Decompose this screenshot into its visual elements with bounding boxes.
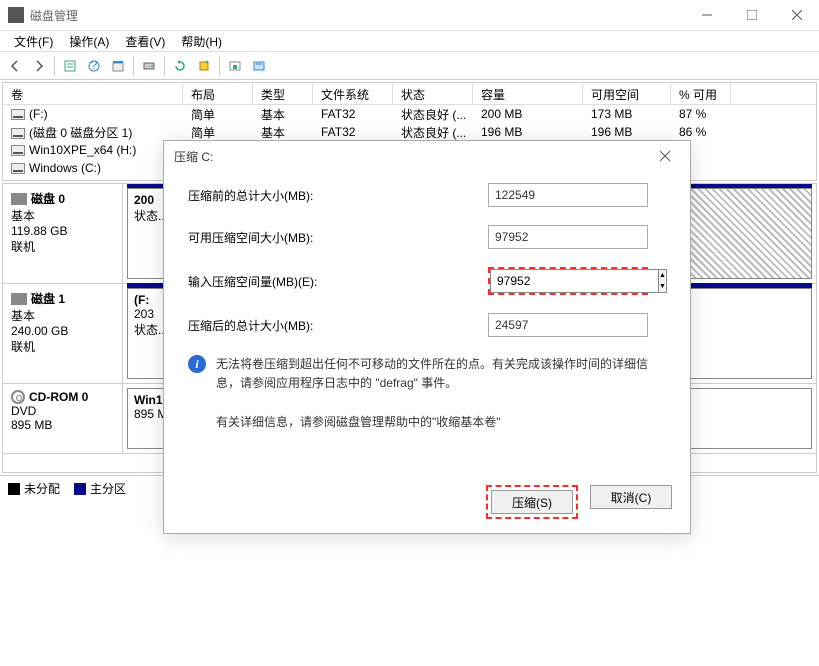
th-capacity[interactable]: 容量 (473, 83, 583, 104)
window-title: 磁盘管理 (30, 7, 684, 24)
label-before: 压缩前的总计大小(MB): (188, 187, 488, 204)
back-icon[interactable] (4, 55, 26, 77)
menu-file[interactable]: 文件(F) (6, 31, 61, 52)
table-row[interactable]: (磁盘 0 磁盘分区 1)简单基本FAT32状态良好 (...196 MB196… (3, 123, 816, 141)
cd-icon (11, 390, 25, 404)
legend-unallocated: 未分配 (8, 480, 60, 497)
label-avail: 可用压缩空间大小(MB): (188, 229, 488, 246)
cancel-button[interactable]: 取消(C) (590, 485, 672, 509)
dialog-close-button[interactable] (650, 141, 680, 171)
legend-primary: 主分区 (74, 480, 126, 497)
shrink-button-highlight: 压缩(S) (486, 485, 578, 519)
th-fs[interactable]: 文件系统 (313, 83, 393, 104)
open-icon[interactable] (224, 55, 246, 77)
disk-icon (11, 293, 27, 305)
help-icon[interactable]: ? (83, 55, 105, 77)
refresh-icon[interactable] (169, 55, 191, 77)
menubar: 文件(F) 操作(A) 查看(V) 帮助(H) (0, 30, 819, 52)
th-volume[interactable]: 卷 (3, 83, 183, 104)
th-free[interactable]: 可用空间 (583, 83, 671, 104)
info-icon: i (188, 355, 206, 373)
th-layout[interactable]: 布局 (183, 83, 253, 104)
disk-icon[interactable] (138, 55, 160, 77)
shrink-dialog: 压缩 C: 压缩前的总计大小(MB): 122549 可用压缩空间大小(MB):… (163, 140, 691, 534)
close-button[interactable] (774, 0, 819, 30)
spinner-down-icon[interactable]: ▼ (659, 281, 666, 292)
wizard-icon[interactable] (248, 55, 270, 77)
th-pct[interactable]: % 可用 (671, 83, 731, 104)
table-row[interactable]: (F:)简单基本FAT32状态良好 (...200 MB173 MB87 % (3, 105, 816, 123)
label-after: 压缩后的总计大小(MB): (188, 317, 488, 334)
maximize-button[interactable] (729, 0, 774, 30)
props-icon[interactable] (107, 55, 129, 77)
info-text: 无法将卷压缩到超出任何不可移动的文件所在的点。有关完成该操作时间的详细信息，请参… (216, 355, 670, 393)
new-icon[interactable] (193, 55, 215, 77)
th-type[interactable]: 类型 (253, 83, 313, 104)
disk-icon (11, 193, 27, 205)
menu-help[interactable]: 帮助(H) (173, 31, 230, 52)
spinner-up-icon[interactable]: ▲ (659, 270, 666, 281)
shrink-button[interactable]: 压缩(S) (491, 490, 573, 514)
label-input: 输入压缩空间量(MB)(E): (188, 273, 488, 290)
toolbar: ? (0, 52, 819, 80)
value-before: 122549 (488, 183, 648, 207)
menu-action[interactable]: 操作(A) (61, 31, 117, 52)
app-icon (8, 7, 24, 23)
menu-view[interactable]: 查看(V) (117, 31, 173, 52)
th-status[interactable]: 状态 (393, 83, 473, 104)
titlebar: 磁盘管理 (0, 0, 819, 30)
value-after: 24597 (488, 313, 648, 337)
svg-text:?: ? (91, 59, 98, 72)
note-text: 有关详细信息，请参阅磁盘管理帮助中的"收缩基本卷" (216, 413, 670, 432)
list-icon[interactable] (59, 55, 81, 77)
forward-icon[interactable] (28, 55, 50, 77)
dialog-title: 压缩 C: (174, 148, 650, 165)
value-avail: 97952 (488, 225, 648, 249)
minimize-button[interactable] (684, 0, 729, 30)
shrink-amount-input[interactable] (490, 269, 659, 293)
